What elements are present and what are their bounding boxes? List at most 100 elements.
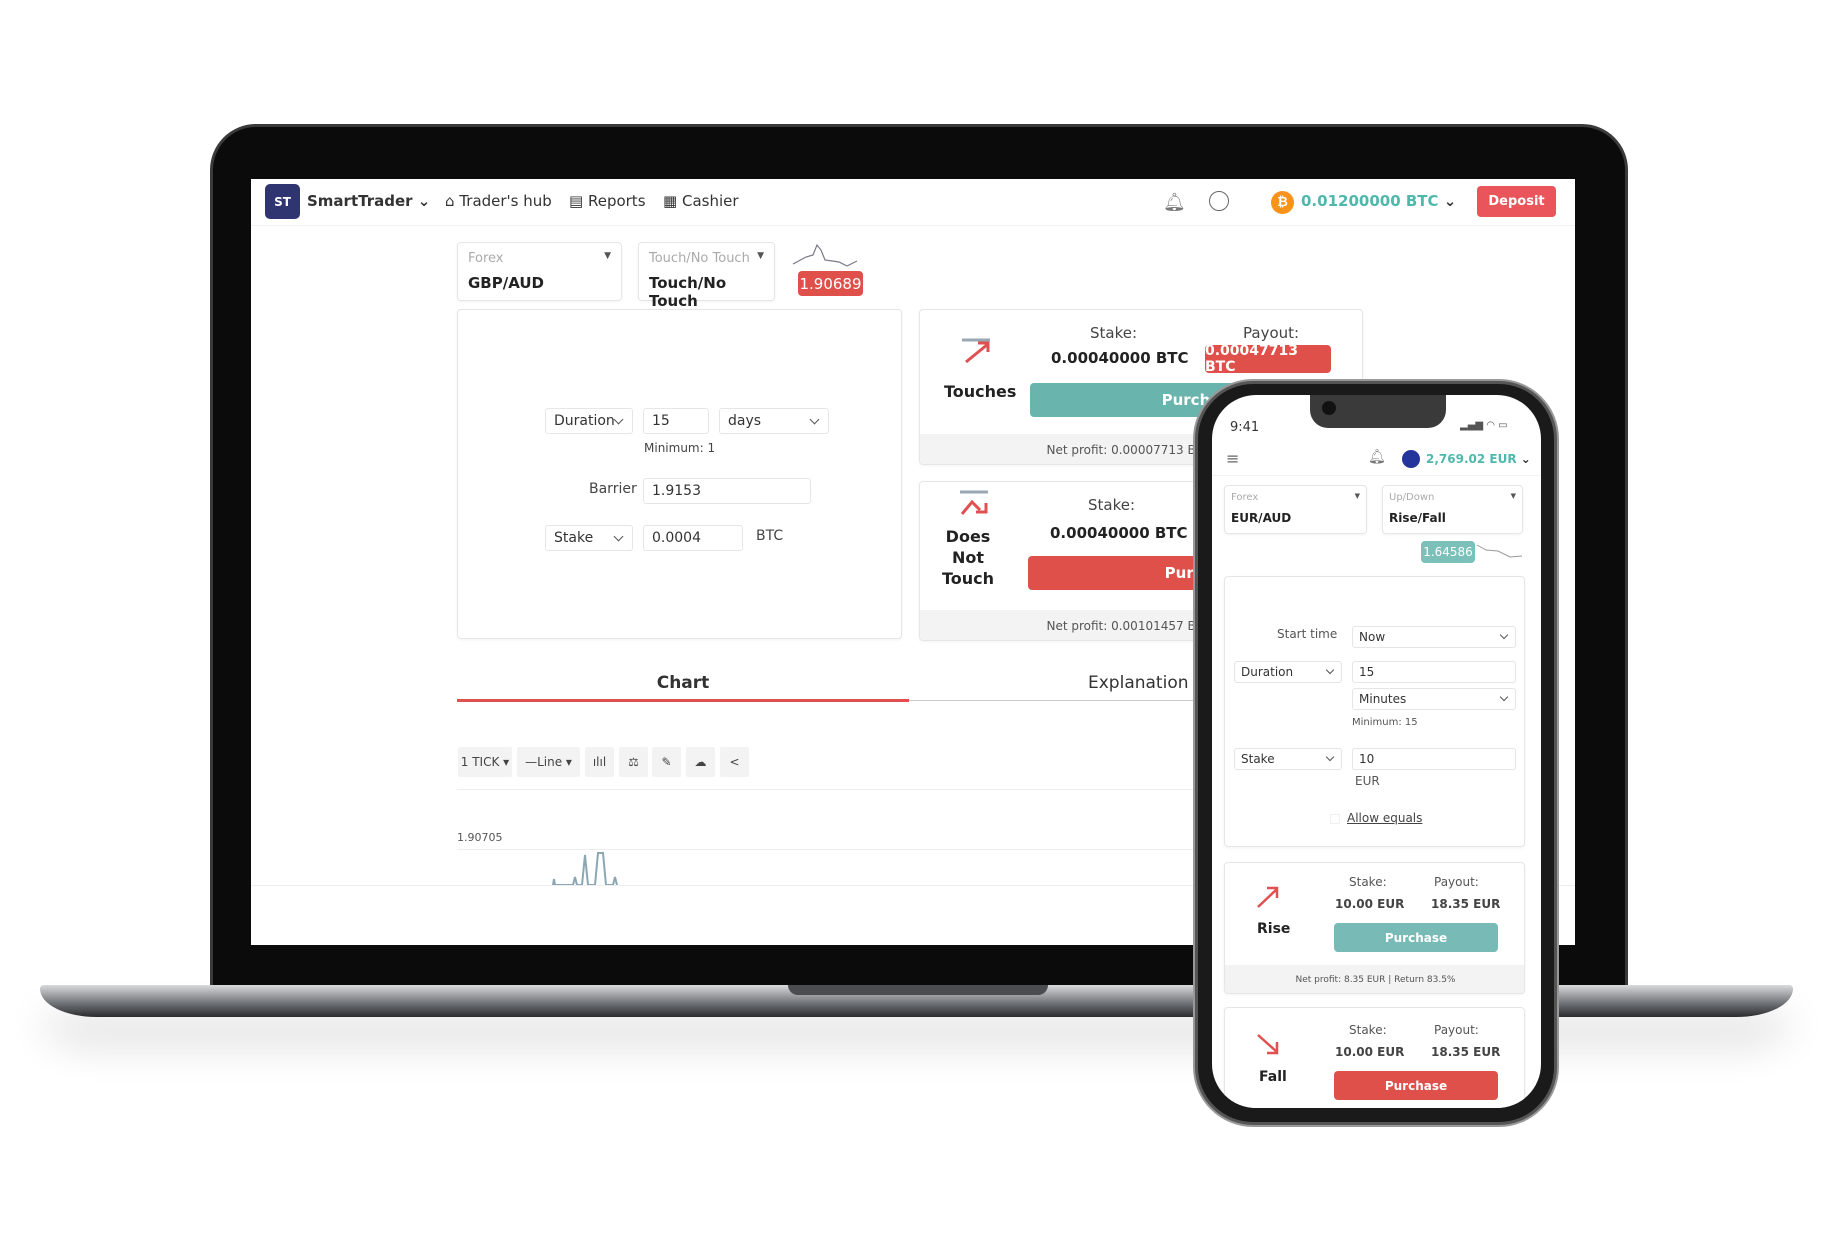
duration-input[interactable]: 15 [643, 408, 709, 434]
caret-down-icon: ▼ [1354, 492, 1360, 500]
trade-type-selector[interactable]: Up/Down ▼ Rise/Fall [1382, 485, 1523, 534]
contract-name: Rise [1257, 921, 1291, 937]
stake-input[interactable]: 10 [1352, 748, 1516, 770]
price-sparkline [1476, 544, 1523, 558]
reports-icon: ▤ [569, 192, 584, 210]
allow-equals-checkbox[interactable] [1330, 814, 1340, 824]
trade-form-panel: Duration 15 days Minimum: 1 Barrier 1.91… [457, 309, 902, 639]
signal-wifi-battery-icons: ▂▄▆ ◠ ▭ [1460, 420, 1508, 431]
payout-label: Payout: [1434, 1023, 1479, 1037]
nav-cashier[interactable]: ▦ Cashier [663, 192, 739, 210]
camera-icon [1322, 401, 1336, 415]
duration-unit-select[interactable]: days [719, 408, 829, 434]
contract-card-rise: Rise Stake: 10.00 EUR Payout: 18.35 EUR … [1224, 862, 1525, 994]
stake-label: Stake: [1349, 875, 1387, 889]
bell-icon[interactable]: 🔔︎ [1163, 192, 1186, 213]
stake-type-select[interactable]: Stake [545, 525, 633, 551]
contract-name: Fall [1259, 1069, 1287, 1085]
name-line: Does [945, 527, 991, 546]
select-label: Now [1359, 630, 1386, 644]
purchase-fall-button[interactable]: Purchase [1334, 1071, 1498, 1100]
spot-price-badge: 1.64586 [1421, 541, 1475, 563]
deposit-button[interactable]: Deposit [1477, 186, 1556, 217]
bell-icon[interactable]: 🔔︎ [1368, 449, 1386, 465]
trade-type-selector[interactable]: Touch/No Touch ▼ Touch/No Touch [638, 242, 775, 310]
touch-arrow-icon [962, 338, 990, 364]
compare-scale-icon[interactable]: ⚖ [619, 747, 648, 777]
chart-price-label: 1.90705 [457, 831, 503, 844]
barrier-input[interactable]: 1.9153 [643, 478, 811, 504]
status-time: 9:41 [1230, 420, 1260, 435]
hamburger-menu-icon[interactable]: ≡ [1226, 449, 1239, 468]
tab-explanation[interactable]: Explanation [1088, 673, 1189, 693]
phone-screen: 9:41 ▂▄▆ ◠ ▭ ≡ 🔔︎ 2,769.02 EUR ⌄ Forex ▼… [1212, 395, 1541, 1108]
nav-label: Reports [587, 192, 646, 210]
stake-type-select[interactable]: Stake [1234, 748, 1342, 770]
rise-arrow-icon [1257, 886, 1279, 908]
app-name: SmartTrader [307, 192, 413, 210]
chart-type-dropdown[interactable]: — Line ▾ [517, 747, 580, 777]
chevron-down-icon: ⌄ [1520, 452, 1531, 466]
duration-type-select[interactable]: Duration [545, 408, 633, 434]
phone-notch [1310, 395, 1446, 428]
market-value: EUR/AUD [1231, 511, 1292, 525]
select-label: Duration [554, 413, 615, 429]
contract-card-fall: Fall Stake: 10.00 EUR Payout: 18.35 EUR … [1224, 1007, 1525, 1108]
laptop-hinge [788, 985, 1048, 995]
tab-chart[interactable]: Chart [457, 673, 909, 693]
spot-price-badge: 1.90689 [798, 271, 863, 296]
balance-value: 0.01200000 BTC [1301, 192, 1439, 210]
market-selector[interactable]: Forex ▼ EUR/AUD [1224, 485, 1367, 534]
net-profit-info: Net profit: 8.35 EUR | Return 83.5% [1225, 965, 1524, 993]
home-icon: ⌂ [445, 192, 455, 210]
no-touch-arrow-icon [960, 490, 988, 515]
nav-label: Trader's hub [459, 192, 552, 210]
app-logo[interactable]: ST [265, 184, 300, 219]
duration-minimum-hint: Minimum: 15 [1352, 717, 1418, 728]
stake-input[interactable]: 0.0004 [643, 525, 743, 551]
nav-reports[interactable]: ▤ Reports [569, 192, 646, 210]
market-selector[interactable]: Forex ▼ GBP/AUD [457, 242, 622, 301]
market-category: Forex [1231, 492, 1259, 503]
chart-type-label: Line [537, 755, 563, 769]
nav-label: Cashier [681, 192, 739, 210]
payout-label: Payout: [1243, 324, 1300, 342]
draw-pencil-icon[interactable]: ✎ [652, 747, 681, 777]
contract-name: Touches [944, 382, 1017, 401]
allow-equals-label[interactable]: Allow equals [1347, 811, 1422, 825]
trade-form-panel: Start time Now Duration 15 Minutes Minim… [1224, 576, 1525, 847]
duration-unit-select[interactable]: Minutes [1352, 688, 1516, 710]
interval-label: 1 TICK [460, 755, 500, 769]
payout-value: 0.00047713 BTC [1205, 343, 1331, 375]
payout-value: 18.35 EUR [1431, 897, 1501, 911]
start-time-select[interactable]: Now [1352, 626, 1516, 648]
barrier-label: Barrier [589, 481, 637, 497]
download-cloud-icon[interactable]: ☁ [686, 747, 715, 777]
purchase-rise-button[interactable]: Purchase [1334, 923, 1498, 952]
select-label: Duration [1241, 665, 1294, 679]
duration-input[interactable]: 15 [1352, 661, 1516, 683]
account-balance[interactable]: 2,769.02 EUR ⌄ [1426, 452, 1531, 466]
name-line: Touch [941, 569, 995, 588]
price-sparkline [792, 243, 858, 267]
balance-value: 2,769.02 EUR [1426, 452, 1517, 466]
caret-down-icon: ▼ [757, 251, 764, 261]
stake-value: 0.00040000 BTC [1050, 524, 1188, 542]
share-icon[interactable]: < [720, 747, 749, 777]
nav-traders-hub[interactable]: ⌂ Trader's hub [445, 192, 552, 210]
cashier-icon: ▦ [663, 192, 678, 210]
stake-value: 0.00040000 BTC [1051, 349, 1189, 367]
name-line: Not [951, 548, 985, 567]
start-time-label: Start time [1277, 627, 1338, 641]
app-switcher[interactable]: SmartTrader ⌄ [307, 192, 430, 210]
trade-type-value: Rise/Fall [1389, 511, 1446, 525]
interval-dropdown[interactable]: 1 TICK ▾ [458, 747, 512, 777]
select-label: Stake [554, 530, 594, 546]
active-tab-indicator [457, 699, 909, 702]
duration-type-select[interactable]: Duration [1234, 661, 1342, 683]
chevron-down-icon: ⌄ [417, 192, 431, 210]
account-icon[interactable] [1209, 191, 1229, 211]
account-balance[interactable]: 0.01200000 BTC ⌄ [1301, 192, 1456, 210]
market-value: GBP/AUD [468, 274, 544, 292]
indicators-icon[interactable]: ılıl [585, 747, 614, 777]
